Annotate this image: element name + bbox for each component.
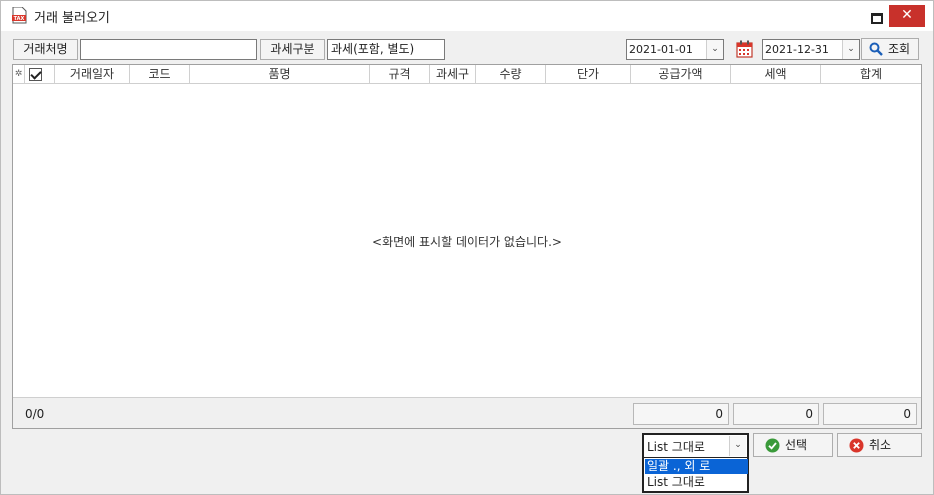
option-list-as-is[interactable]: List 그대로 xyxy=(645,475,748,490)
cancel-circle-icon xyxy=(849,438,864,453)
select-button-label: 선택 xyxy=(785,438,808,452)
import-mode-value: List 그대로 xyxy=(647,440,705,454)
select-all-cell[interactable] xyxy=(25,65,55,84)
grid-summary-bar: 0/0 0 0 0 xyxy=(13,397,921,428)
transaction-grid[interactable]: ✲ 거래일자 코드 품명 규격 과세구 수량 단가 공급가액 세액 합계 <화면… xyxy=(12,64,922,429)
total-supply-amount: 0 xyxy=(633,403,729,425)
chevron-down-icon[interactable]: ⌄ xyxy=(706,40,723,59)
date-from-value: 2021-01-01 xyxy=(629,43,693,56)
select-button[interactable]: 선택 xyxy=(753,433,833,457)
search-button[interactable]: 조회 xyxy=(861,38,919,60)
col-item-name[interactable]: 품명 xyxy=(190,65,370,84)
import-mode-options: 일괄 ., 외 로 List 그대로 xyxy=(642,458,749,493)
col-unit-price[interactable]: 단가 xyxy=(546,65,631,84)
window-title: 거래 불러오기 xyxy=(34,11,110,26)
col-tax-amount[interactable]: 세액 xyxy=(731,65,821,84)
col-tax-type[interactable]: 과세구 xyxy=(430,65,476,84)
date-to-field[interactable]: 2021-12-31 ⌄ xyxy=(762,39,860,60)
chevron-down-icon[interactable]: ⌄ xyxy=(729,436,746,456)
select-all-checkbox[interactable] xyxy=(29,68,42,81)
dialog-window: TAX 거래 불러오기 ✕ 거래처명 과세구분 과세(포함, 별도) 2021-… xyxy=(0,0,934,495)
col-date[interactable]: 거래일자 xyxy=(55,65,130,84)
cancel-button[interactable]: 취소 xyxy=(837,433,922,457)
col-spec[interactable]: 규격 xyxy=(370,65,430,84)
close-button[interactable]: ✕ xyxy=(889,5,925,27)
row-marker: ✲ xyxy=(13,65,25,84)
partner-input[interactable] xyxy=(80,39,257,60)
date-from-field[interactable]: 2021-01-01 ⌄ xyxy=(626,39,724,60)
grid-header: ✲ 거래일자 코드 품명 규격 과세구 수량 단가 공급가액 세액 합계 xyxy=(13,65,921,84)
tax-type-label: 과세구분 xyxy=(260,39,325,60)
date-to-value: 2021-12-31 xyxy=(765,43,829,56)
search-button-label: 조회 xyxy=(888,42,911,56)
calendar-icon[interactable] xyxy=(736,40,753,58)
grand-total: 0 xyxy=(823,403,917,425)
tax-type-field[interactable]: 과세(포함, 별도) xyxy=(327,39,445,60)
col-total[interactable]: 합계 xyxy=(821,65,921,84)
cancel-button-label: 취소 xyxy=(869,438,892,452)
col-quantity[interactable]: 수량 xyxy=(476,65,546,84)
svg-text:TAX: TAX xyxy=(14,16,25,22)
chevron-down-icon[interactable]: ⌄ xyxy=(842,40,859,59)
minimize-button[interactable] xyxy=(867,9,883,24)
partner-label: 거래처명 xyxy=(13,39,78,60)
col-supply-amount[interactable]: 공급가액 xyxy=(631,65,731,84)
check-circle-icon xyxy=(765,438,780,453)
search-icon xyxy=(869,42,883,56)
title-bar: TAX 거래 불러오기 ✕ xyxy=(1,1,933,31)
tax-document-icon: TAX xyxy=(12,7,27,24)
empty-message: <화면에 표시할 데이터가 없습니다.> xyxy=(372,235,562,249)
record-count: 0/0 xyxy=(25,407,45,421)
total-tax-amount: 0 xyxy=(733,403,819,425)
option-batch[interactable]: 일괄 ., 외 로 xyxy=(645,459,748,474)
import-mode-select[interactable]: List 그대로 ⌄ xyxy=(642,433,749,459)
col-code[interactable]: 코드 xyxy=(130,65,190,84)
